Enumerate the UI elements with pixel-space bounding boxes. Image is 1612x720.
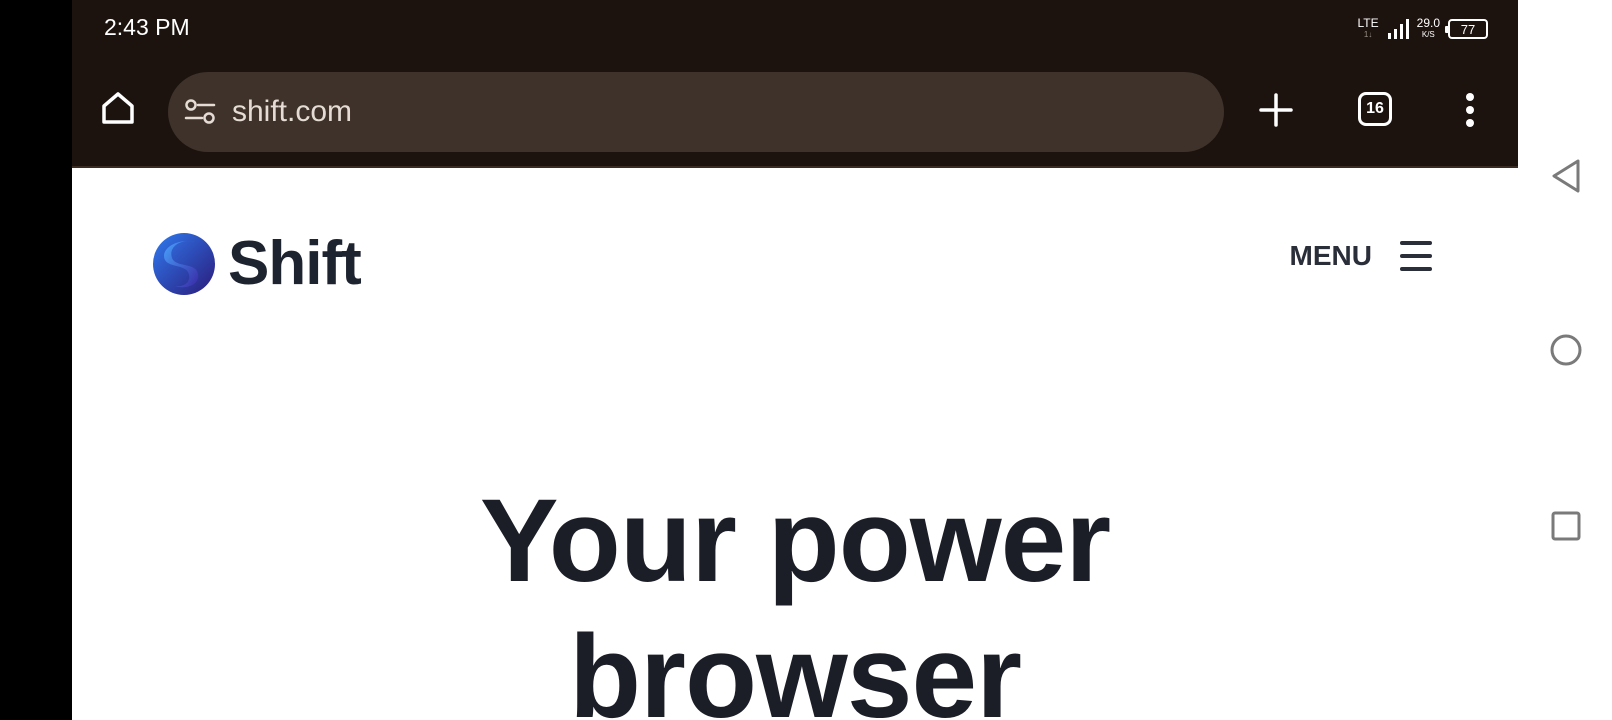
home-button[interactable] [98, 88, 138, 128]
tab-switcher-button[interactable]: 16 [1358, 92, 1392, 126]
speed-unit: K/S [1421, 30, 1435, 39]
status-bar: 2:43 PM LTE 1↓ 29.0 K/S 77 [72, 0, 1518, 58]
nav-home-button[interactable] [1548, 332, 1584, 368]
web-page: Shift MENU Your power browser [72, 168, 1518, 720]
system-nav-bar [1518, 0, 1612, 720]
address-bar[interactable]: shift.com [168, 72, 1224, 152]
home-icon [102, 92, 134, 124]
network-label: LTE [1357, 16, 1379, 30]
tab-count: 16 [1366, 100, 1384, 117]
menu-label: MENU [1289, 240, 1372, 271]
logo-text: Shift [228, 229, 362, 298]
shift-logo-icon [153, 232, 215, 295]
new-tab-button[interactable] [1256, 90, 1296, 130]
network-activity: 1↓ [1363, 30, 1373, 39]
back-triangle-icon [1552, 159, 1580, 193]
recents-square-icon [1551, 511, 1581, 541]
status-time: 2:43 PM [104, 14, 190, 40]
battery-level: 77 [1460, 21, 1476, 37]
speed-value: 29.0 [1416, 16, 1440, 30]
home-circle-icon [1550, 334, 1582, 366]
site-logo[interactable]: Shift [152, 228, 362, 299]
hero-heading: Your power browser [72, 473, 1518, 720]
network-type: LTE 1↓ [1358, 17, 1379, 41]
network-speed: 29.0 K/S [1417, 17, 1440, 41]
overflow-menu-button[interactable] [1450, 90, 1490, 130]
more-vert-icon [1466, 93, 1474, 127]
url-text[interactable]: shift.com [232, 95, 352, 129]
nav-back-button[interactable] [1548, 158, 1584, 194]
browser-toolbar: shift.com 16 [72, 58, 1518, 168]
left-letterbox [0, 0, 72, 720]
site-menu-button[interactable]: MENU [1290, 240, 1432, 272]
plus-icon [1259, 93, 1293, 127]
nav-recents-button[interactable] [1548, 508, 1584, 544]
phone-screen: 2:43 PM LTE 1↓ 29.0 K/S 77 shift.com 16 … [72, 0, 1518, 720]
site-settings-button[interactable] [182, 94, 218, 130]
status-indicators: LTE 1↓ 29.0 K/S 77 [1358, 14, 1488, 44]
site-settings-icon [184, 99, 216, 124]
battery-icon: 77 [1445, 19, 1488, 39]
hero-line-2: browser [568, 611, 1022, 720]
hamburger-icon [1400, 241, 1432, 271]
hero-line-1: Your power [479, 475, 1111, 607]
signal-icon [1387, 19, 1409, 39]
